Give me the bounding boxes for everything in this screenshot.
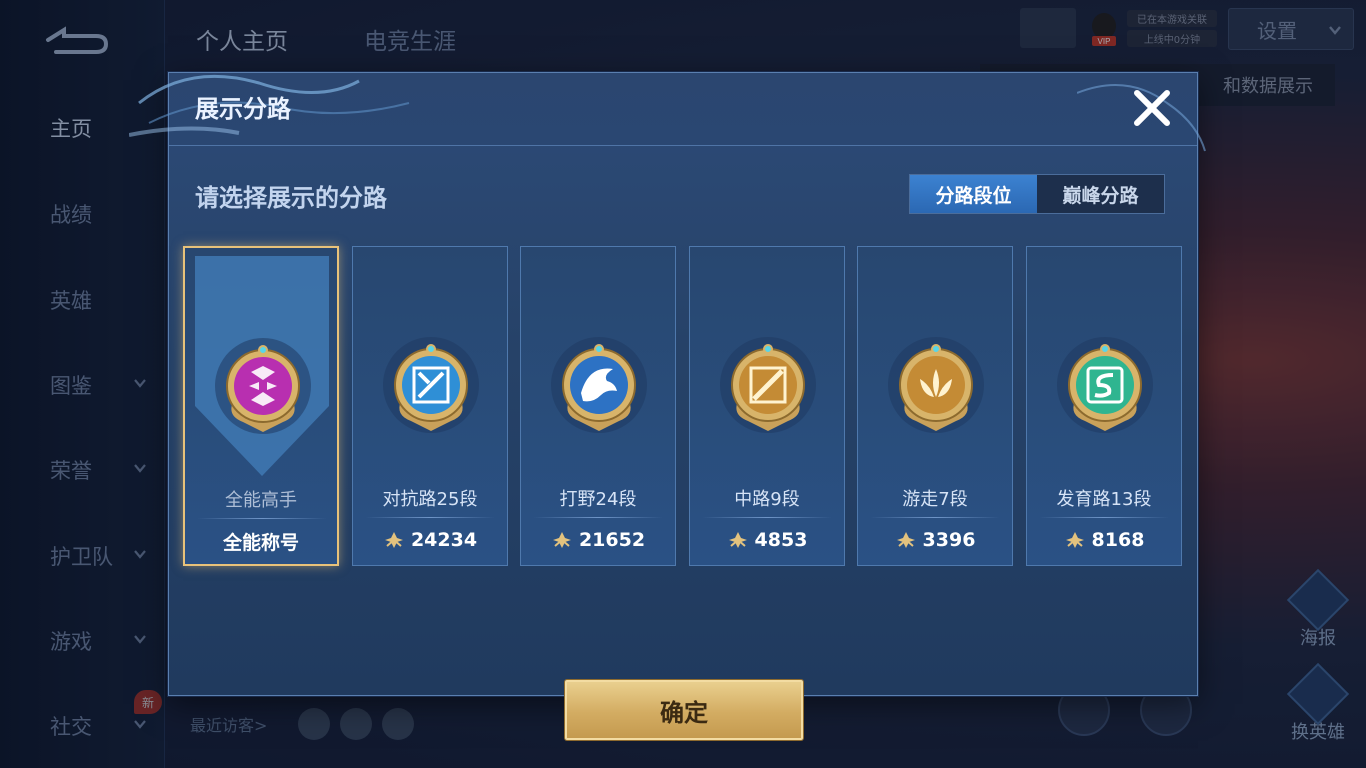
lane-card-name: 中路9段 (734, 489, 800, 510)
lane-card-name: 对抗路25段 (382, 489, 478, 510)
peak-points-value: 4853 (754, 529, 808, 551)
lane-card-all-round[interactable]: 全能高手 全能称号 (183, 246, 339, 566)
lane-card-footer: 8168 (1027, 527, 1181, 553)
dialog-header: 展示分路 (129, 73, 1206, 152)
lane-card-footer: 全能称号 (185, 528, 337, 554)
peak-points-icon (552, 532, 571, 548)
lane-card-name: 发育路13段 (1056, 489, 1152, 510)
peak-points-value: 8168 (1091, 529, 1145, 551)
segment-peak-lane[interactable]: 巅峰分路 (1037, 175, 1164, 213)
roam-rank-icon (886, 335, 986, 435)
peak-points-value: 3396 (922, 529, 976, 551)
all-round-rank-icon (213, 336, 313, 436)
segment-control: 分路段位 巅峰分路 (909, 174, 1165, 214)
lane-card-footer: 21652 (521, 527, 675, 553)
divider (702, 517, 832, 518)
close-icon[interactable] (1129, 85, 1175, 131)
lane-card-jungle[interactable]: 打野24段 21652 (520, 246, 676, 566)
dialog-title: 展示分路 (195, 95, 291, 123)
farm-lane-rank-icon (1055, 335, 1155, 435)
lane-card-name: 打野24段 (559, 489, 637, 510)
mid-lane-rank-icon (718, 335, 818, 435)
segment-lane-rank[interactable]: 分路段位 (910, 175, 1037, 213)
lane-card-name: 全能高手 (225, 490, 297, 511)
divider (365, 517, 495, 518)
lane-card-list: 全能高手 全能称号 对抗路25段 24234 打野24段 21652 中路9段 4853 游走7… (183, 246, 1183, 568)
clash-lane-rank-icon (381, 335, 481, 435)
lane-card-footer: 24234 (353, 527, 507, 553)
dialog-body: 请选择展示的分路 分路段位 巅峰分路 全能高手 全能称号 对抗路25段 24234 打野… (169, 145, 1197, 740)
peak-points-icon (384, 532, 403, 548)
lane-card-name: 游走7段 (902, 489, 968, 510)
lane-card-roam[interactable]: 游走7段 3396 (857, 246, 1013, 566)
peak-points-icon (728, 532, 747, 548)
lane-card-farm-lane[interactable]: 发育路13段 8168 (1026, 246, 1182, 566)
divider (870, 517, 1000, 518)
jungle-rank-icon (549, 335, 649, 435)
divider (197, 518, 327, 519)
divider (533, 517, 663, 518)
confirm-button[interactable]: 确定 (565, 680, 803, 740)
peak-points-value: 24234 (410, 529, 478, 551)
lane-card-mid-lane[interactable]: 中路9段 4853 (689, 246, 845, 566)
peak-points-icon (896, 532, 915, 548)
display-lane-dialog: 展示分路 请选择展示的分路 分路段位 巅峰分路 全能高手 全能称号 对抗路25段 24… (129, 72, 1206, 740)
divider (1039, 517, 1169, 518)
lane-card-footer: 4853 (690, 527, 844, 553)
lane-card-footer: 3396 (858, 527, 1012, 553)
lane-card-clash-lane[interactable]: 对抗路25段 24234 (352, 246, 508, 566)
dialog-subtitle: 请选择展示的分路 (195, 184, 387, 212)
peak-points-icon (1065, 532, 1084, 548)
title-label: 全能称号 (222, 531, 299, 554)
peak-points-value: 21652 (578, 529, 646, 551)
